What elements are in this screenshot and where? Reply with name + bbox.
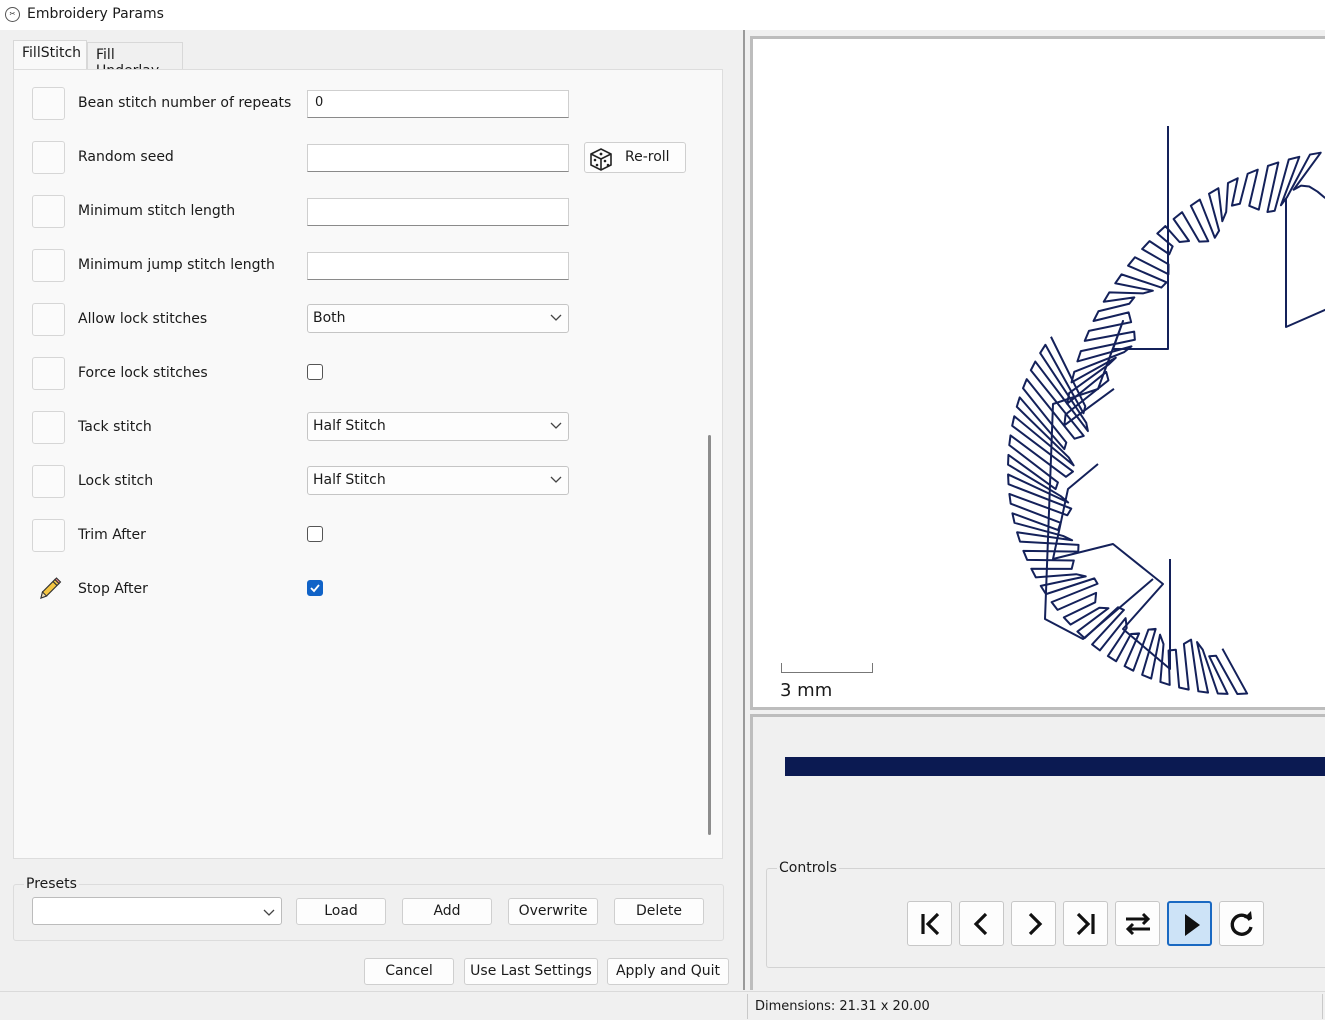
stitch-preview-canvas[interactable]: 3 mm xyxy=(750,36,1325,710)
param-row-trim-after: Trim After xyxy=(14,519,704,559)
allow-lock-select[interactable]: Both xyxy=(307,304,569,333)
param-row-min-jump-length: Minimum jump stitch length xyxy=(14,249,704,289)
select-value: Both xyxy=(313,310,346,326)
load-preset-button[interactable]: Load xyxy=(296,898,386,925)
status-divider xyxy=(1322,994,1323,1019)
add-preset-button[interactable]: Add xyxy=(402,898,492,925)
fillstitch-panel: Bean stitch number of repeats 0 Random s… xyxy=(13,69,723,859)
random-seed-input[interactable] xyxy=(307,144,569,172)
preview-pane: 3 mm Controls xyxy=(743,30,1325,990)
param-toggle[interactable] xyxy=(32,249,65,282)
param-toggle[interactable] xyxy=(32,357,65,390)
param-row-allow-lock: Allow lock stitches Both xyxy=(14,303,704,343)
stop-after-checkbox[interactable] xyxy=(307,580,323,596)
param-row-tack-stitch: Tack stitch Half Stitch xyxy=(14,411,704,451)
tab-fill-underlay[interactable]: Fill Underlay xyxy=(87,42,183,79)
checkmark-icon xyxy=(310,584,320,593)
chevron-down-icon xyxy=(263,909,275,916)
param-row-bean-repeats: Bean stitch number of repeats 0 xyxy=(14,87,704,127)
status-divider xyxy=(747,994,748,1019)
previous-frame-button[interactable] xyxy=(959,901,1004,946)
param-label: Stop After xyxy=(78,581,148,597)
param-toggle[interactable] xyxy=(32,141,65,174)
param-label: Tack stitch xyxy=(78,419,152,435)
chevron-down-icon xyxy=(550,476,562,483)
status-bar: Dimensions: 21.31 x 20.00 xyxy=(0,991,1325,1020)
bean-repeats-input[interactable]: 0 xyxy=(307,90,569,118)
lock-stitch-select[interactable]: Half Stitch xyxy=(307,466,569,495)
title-bar: ✂ Embroidery Params xyxy=(0,0,1325,30)
stitch-path-drawing xyxy=(1007,126,1325,695)
next-frame-button[interactable] xyxy=(1011,901,1056,946)
last-frame-button[interactable] xyxy=(1063,901,1108,946)
param-row-min-stitch-length: Minimum stitch length xyxy=(14,195,704,235)
controls-legend: Controls xyxy=(777,860,839,876)
first-frame-icon xyxy=(921,912,940,936)
min-stitch-length-input[interactable] xyxy=(307,198,569,226)
param-toggle[interactable] xyxy=(32,195,65,228)
param-label: Allow lock stitches xyxy=(78,311,208,327)
window-title: Embroidery Params xyxy=(27,6,164,22)
use-last-settings-button[interactable]: Use Last Settings xyxy=(464,958,598,985)
param-toggle[interactable] xyxy=(32,87,65,120)
controls-group: Controls xyxy=(766,860,1325,968)
param-row-lock-stitch: Lock stitch Half Stitch xyxy=(14,465,704,505)
overwrite-preset-button[interactable]: Overwrite xyxy=(508,898,598,925)
param-label: Random seed xyxy=(78,149,174,165)
tack-stitch-select[interactable]: Half Stitch xyxy=(307,412,569,441)
vertical-scrollbar[interactable] xyxy=(708,435,711,835)
play-icon xyxy=(1185,914,1200,936)
select-value: Half Stitch xyxy=(313,418,386,434)
scale-bar-label: 3 mm xyxy=(780,680,833,701)
param-row-random-seed: Random seed Re-roll xyxy=(14,141,704,181)
cancel-button[interactable]: Cancel xyxy=(364,958,454,985)
restart-button[interactable] xyxy=(1219,901,1264,946)
param-label: Bean stitch number of repeats xyxy=(78,95,292,111)
param-toggle-edited[interactable] xyxy=(32,572,65,605)
restart-icon xyxy=(1230,911,1253,936)
chevron-down-icon xyxy=(550,422,562,429)
param-label: Trim After xyxy=(78,527,146,543)
apply-and-quit-button[interactable]: Apply and Quit xyxy=(607,958,729,985)
dimensions-status: Dimensions: 21.31 x 20.00 xyxy=(755,999,930,1014)
scale-bar xyxy=(781,663,873,673)
progress-bar[interactable] xyxy=(785,757,1325,776)
dice-icon xyxy=(590,148,612,171)
trim-after-checkbox[interactable] xyxy=(307,526,323,542)
app-icon: ✂ xyxy=(5,7,20,22)
param-toggle[interactable] xyxy=(32,465,65,498)
tab-fillstitch[interactable]: FillStitch xyxy=(13,40,87,70)
delete-preset-button[interactable]: Delete xyxy=(614,898,704,925)
param-label: Minimum stitch length xyxy=(78,203,236,219)
param-toggle[interactable] xyxy=(32,303,65,336)
last-frame-icon xyxy=(1076,912,1095,936)
swap-direction-icon xyxy=(1125,912,1151,936)
presets-group: Presets Load Add Overwrite Delete xyxy=(13,876,724,941)
force-lock-checkbox[interactable] xyxy=(307,364,323,380)
param-toggle[interactable] xyxy=(32,411,65,444)
play-button[interactable] xyxy=(1167,901,1212,946)
select-value: Half Stitch xyxy=(313,472,386,488)
param-row-stop-after: Stop After xyxy=(14,573,704,613)
reroll-button[interactable]: Re-roll xyxy=(584,142,686,173)
presets-legend: Presets xyxy=(24,876,79,892)
param-label: Force lock stitches xyxy=(78,365,208,381)
swap-direction-button[interactable] xyxy=(1115,901,1160,946)
previous-frame-icon xyxy=(973,912,988,936)
param-row-force-lock: Force lock stitches xyxy=(14,357,704,397)
playback-panel: Controls xyxy=(750,714,1325,990)
param-label: Minimum jump stitch length xyxy=(78,257,275,273)
preset-combobox[interactable] xyxy=(32,897,282,925)
pencil-icon xyxy=(40,577,62,599)
param-label: Lock stitch xyxy=(78,473,154,489)
param-toggle[interactable] xyxy=(32,519,65,552)
chevron-down-icon xyxy=(550,314,562,321)
reroll-label: Re-roll xyxy=(625,149,670,165)
min-jump-length-input[interactable] xyxy=(307,252,569,280)
next-frame-icon xyxy=(1028,912,1043,936)
first-frame-button[interactable] xyxy=(907,901,952,946)
